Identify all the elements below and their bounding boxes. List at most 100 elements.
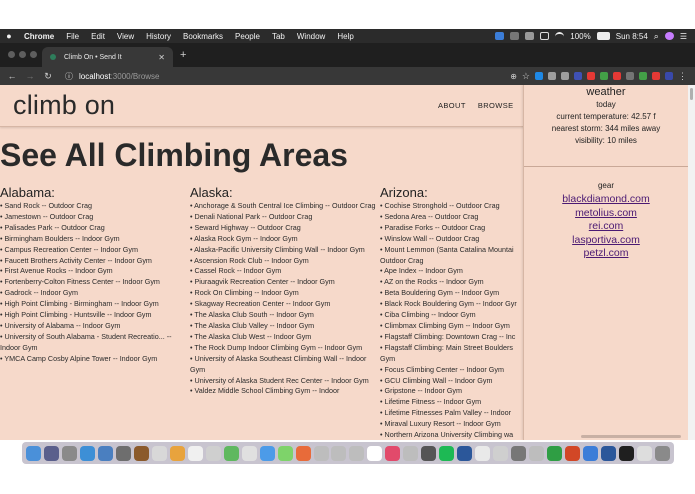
- search-icon[interactable]: ⌕: [654, 31, 659, 42]
- zoom-window-icon[interactable]: [30, 51, 37, 58]
- area-item: • Climbmax Climbing Gym -- Indoor Gym: [380, 320, 510, 330]
- new-tab-button[interactable]: +: [180, 49, 186, 61]
- gear-link-metolius[interactable]: metolius.com: [524, 207, 688, 221]
- extension-icon[interactable]: [561, 72, 569, 80]
- bookmark-star-icon[interactable]: ☆: [522, 71, 530, 82]
- dock-app-icon[interactable]: [475, 445, 491, 461]
- dock-app-icon[interactable]: [583, 445, 599, 461]
- dock-app-icon[interactable]: [115, 445, 131, 461]
- dock-app-icon[interactable]: [511, 445, 527, 461]
- gear-link-blackdiamond[interactable]: blackdiamond.com: [524, 193, 688, 207]
- extension-icon[interactable]: [613, 72, 621, 80]
- dock-app-icon[interactable]: [79, 445, 95, 461]
- extension-icon[interactable]: [574, 72, 582, 80]
- dock-app-icon[interactable]: [349, 445, 365, 461]
- dock-app-icon[interactable]: [654, 445, 670, 461]
- dock-app-icon[interactable]: [151, 445, 167, 461]
- weather-day: today: [596, 100, 616, 109]
- airplay-icon[interactable]: [540, 32, 550, 40]
- dock-app-icon[interactable]: [223, 445, 239, 461]
- nav-browse-link[interactable]: BROWSE: [478, 101, 514, 110]
- apple-icon[interactable]: ●: [0, 31, 18, 41]
- user-icon[interactable]: [664, 32, 674, 40]
- site-logo[interactable]: climb on: [13, 90, 115, 121]
- forward-arrow-icon[interactable]: →: [21, 71, 39, 81]
- gear-link-petzl[interactable]: petzl.com: [524, 247, 688, 261]
- extension-icon[interactable]: [600, 72, 608, 80]
- area-item: • The Alaska Club Valley -- Indoor Gym: [190, 320, 315, 330]
- menu-edit[interactable]: Edit: [85, 32, 111, 41]
- area-item: • Flagstaff Climbing: Main Street Boulde…: [380, 342, 514, 352]
- extension-icon[interactable]: [639, 72, 647, 80]
- dock-app-icon[interactable]: [133, 445, 149, 461]
- dock-app-icon[interactable]: [403, 445, 419, 461]
- extension-icon[interactable]: [665, 72, 673, 80]
- dock-app-icon[interactable]: [421, 445, 437, 461]
- menu-bookmarks[interactable]: Bookmarks: [177, 32, 229, 41]
- minimize-window-icon[interactable]: [19, 51, 26, 58]
- menu-file[interactable]: File: [60, 32, 85, 41]
- dock-app-icon[interactable]: [205, 445, 221, 461]
- menu-dots-icon[interactable]: ⋮: [678, 71, 687, 82]
- menu-window[interactable]: Window: [291, 32, 331, 41]
- wifi-icon[interactable]: [555, 32, 565, 40]
- close-tab-icon[interactable]: ✕: [158, 53, 165, 62]
- dock-app-icon[interactable]: [277, 445, 293, 461]
- dock-app-icon[interactable]: [259, 445, 275, 461]
- dock-app-icon[interactable]: [618, 445, 634, 461]
- area-item: • Sedona Area -- Outdoor Crag: [380, 211, 479, 221]
- menu-app-name[interactable]: Chrome: [18, 32, 60, 41]
- nav-about-link[interactable]: ABOUT: [438, 101, 466, 110]
- dock-app-icon[interactable]: [601, 445, 616, 461]
- dock-app-icon[interactable]: [385, 445, 401, 461]
- reload-icon[interactable]: ↻: [39, 71, 57, 82]
- dock-app-icon[interactable]: [331, 445, 347, 461]
- dock-app-icon[interactable]: [61, 445, 77, 461]
- dock-app-icon[interactable]: [367, 445, 383, 461]
- dock-app-icon[interactable]: [439, 445, 455, 461]
- dock-app-icon[interactable]: [169, 445, 185, 461]
- extension-icon[interactable]: [535, 72, 543, 80]
- extension-icon[interactable]: [548, 72, 556, 80]
- extension-icon[interactable]: [652, 72, 660, 80]
- close-window-icon[interactable]: [8, 51, 15, 58]
- download-icon[interactable]: [525, 32, 535, 40]
- area-item: • GCU Climbing Wall -- Indoor Gym: [380, 375, 493, 385]
- drive-icon[interactable]: [495, 32, 505, 40]
- dock-app-icon[interactable]: [241, 445, 257, 461]
- dock-app-icon[interactable]: [547, 445, 563, 461]
- dock-app-icon[interactable]: [493, 445, 509, 461]
- url-field[interactable]: ⓘ localhost:3000/Browse: [65, 71, 160, 82]
- clock[interactable]: Sun 8:54: [616, 32, 648, 41]
- dock-app-icon[interactable]: [565, 445, 581, 461]
- horizontal-scroll-thumb[interactable]: [581, 435, 681, 438]
- dock-app-icon[interactable]: [636, 445, 652, 461]
- extension-icon[interactable]: [587, 72, 595, 80]
- back-arrow-icon[interactable]: ←: [3, 71, 21, 81]
- location-icon[interactable]: ⊕: [510, 72, 517, 81]
- page-title: See All Climbing Areas: [0, 137, 348, 173]
- dock-app-icon[interactable]: [26, 445, 41, 461]
- dock-app-icon[interactable]: [97, 445, 113, 461]
- gear-link-rei[interactable]: rei.com: [524, 220, 688, 234]
- dock-app-icon[interactable]: [187, 445, 203, 461]
- dock-app-icon[interactable]: [43, 445, 59, 461]
- menu-help[interactable]: Help: [331, 32, 359, 41]
- list-icon[interactable]: ☰: [680, 32, 687, 41]
- tab-climb-on[interactable]: Climb On • Send It ✕: [42, 47, 173, 67]
- dock-app-icon[interactable]: [457, 445, 473, 461]
- menu-view[interactable]: View: [111, 32, 140, 41]
- battery-icon[interactable]: [596, 32, 610, 40]
- vertical-scrollbar[interactable]: [688, 85, 695, 440]
- menu-tab[interactable]: Tab: [266, 32, 291, 41]
- vertical-scroll-thumb[interactable]: [690, 88, 693, 100]
- dock-app-icon[interactable]: [313, 445, 329, 461]
- mic-icon[interactable]: [510, 32, 520, 40]
- dock-app-icon[interactable]: [529, 445, 545, 461]
- gear-link-lasportiva[interactable]: lasportiva.com: [524, 234, 688, 248]
- menu-history[interactable]: History: [140, 32, 177, 41]
- menu-people[interactable]: People: [229, 32, 266, 41]
- extension-icon[interactable]: [626, 72, 634, 80]
- dock-app-icon[interactable]: [295, 445, 311, 461]
- info-icon[interactable]: ⓘ: [65, 71, 73, 82]
